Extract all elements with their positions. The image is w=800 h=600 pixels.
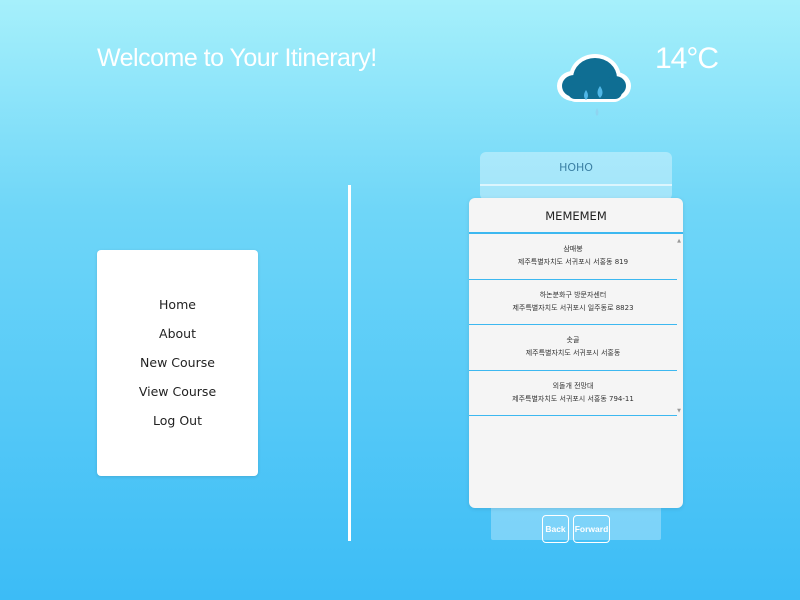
temperature: 14°C bbox=[655, 42, 719, 75]
place-list[interactable]: 삼매봉 제주특별자치도 서귀포시 서홍동 819 하논분화구 방문자센터 제주특… bbox=[469, 234, 677, 416]
menu-item-home[interactable]: Home bbox=[97, 294, 258, 323]
place-name: 하논분화구 방문자센터 bbox=[539, 290, 607, 299]
rain-cloud-icon bbox=[556, 42, 634, 124]
place-address: 제주특별자치도 서귀포시 서홍동 794-11 bbox=[512, 394, 634, 403]
place-address: 제주특별자치도 서귀포시 서홍동 819 bbox=[517, 258, 629, 266]
course-card-title: MEMEMEM bbox=[469, 198, 683, 234]
menu-item-view-course[interactable]: View Course bbox=[97, 381, 258, 410]
list-item[interactable]: 하논분화구 방문자센터 제주특별자치도 서귀포시 일주동로 8823 bbox=[469, 280, 677, 325]
list-item[interactable]: 솟골 제주특별자치도 서귀포시 서홍동 bbox=[469, 325, 677, 371]
back-button[interactable]: Back bbox=[542, 515, 569, 543]
place-name: 삼매봉 bbox=[563, 245, 583, 253]
place-name: 외돌개 전망대 bbox=[552, 381, 594, 390]
list-item[interactable]: 외돌개 전망대 제주특별자치도 서귀포시 서홍동 794-11 bbox=[469, 371, 677, 416]
scroll-down-icon[interactable]: ▼ bbox=[676, 408, 682, 414]
menu-item-about[interactable]: About bbox=[97, 323, 258, 352]
course-card: MEMEMEM 삼매봉 제주특별자치도 서귀포시 서홍동 819 하논분화구 방… bbox=[469, 198, 683, 508]
place-address: 제주특별자치도 서귀포시 서홍동 bbox=[525, 349, 621, 357]
place-address: 제주특별자치도 서귀포시 일주동로 8823 bbox=[512, 303, 634, 312]
list-item[interactable]: 삼매봉 제주특별자치도 서귀포시 서홍동 819 bbox=[469, 234, 677, 280]
page-title: Welcome to Your Itinerary! bbox=[97, 44, 377, 72]
vertical-divider bbox=[348, 185, 351, 541]
course-card-behind[interactable]: HOHO bbox=[480, 152, 672, 200]
list-scrollbar[interactable]: ▲ ▼ bbox=[676, 236, 682, 416]
nav-menu: Home About New Course View Course Log Ou… bbox=[97, 250, 258, 476]
forward-button[interactable]: Forward bbox=[573, 515, 610, 543]
course-card-behind-title: HOHO bbox=[559, 161, 593, 174]
menu-item-new-course[interactable]: New Course bbox=[97, 352, 258, 381]
menu-item-log-out[interactable]: Log Out bbox=[97, 410, 258, 439]
place-name: 솟골 bbox=[566, 336, 580, 344]
card-divider bbox=[480, 184, 672, 186]
scroll-up-icon[interactable]: ▲ bbox=[676, 238, 682, 244]
